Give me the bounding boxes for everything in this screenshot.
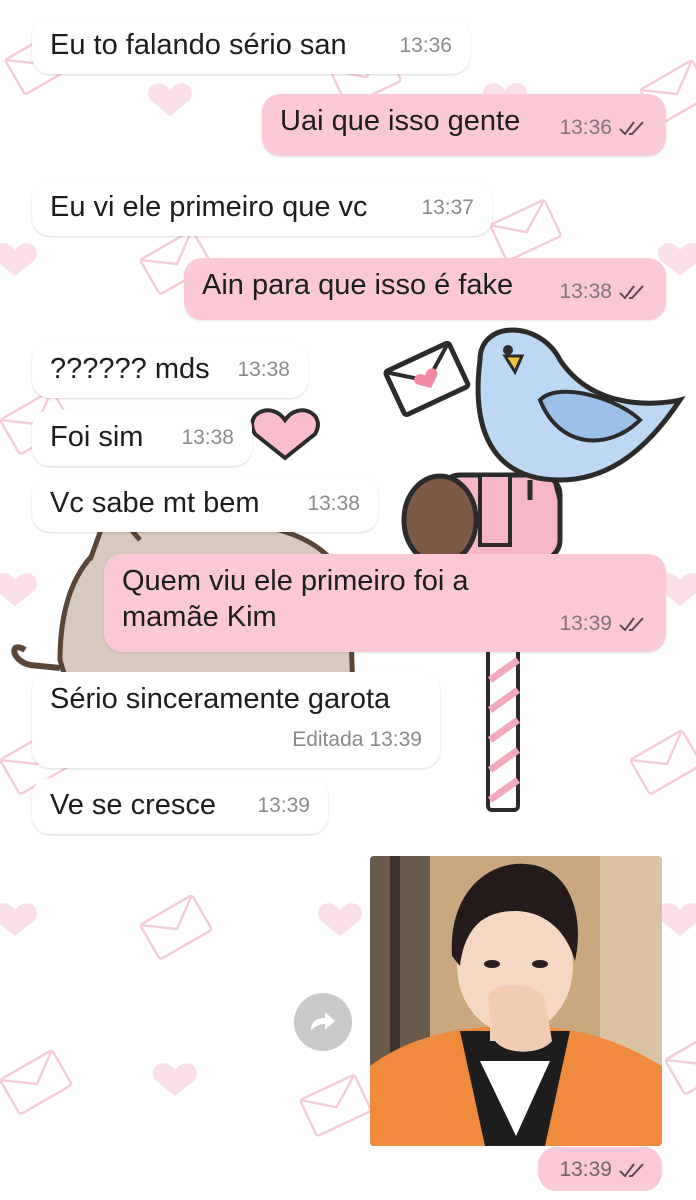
- message-bubble-incoming[interactable]: Vc sabe mt bem 13:38: [32, 476, 378, 532]
- double-check-icon: [619, 285, 644, 300]
- message-meta: 13:38: [559, 274, 648, 310]
- photo-message-meta: 13:39: [538, 1147, 662, 1191]
- message-meta: 13:39: [559, 1158, 648, 1182]
- message-bubble-incoming[interactable]: Ve se cresce 13:39: [32, 778, 328, 834]
- envelope-doodle: [299, 1074, 372, 1137]
- message-text: Quem viu ele primeiro foi a mamãe Kim: [122, 565, 469, 633]
- heart-doodle: [0, 903, 37, 936]
- bird-illustration: [383, 327, 686, 501]
- message-time: 13:37: [421, 196, 474, 219]
- envelope-doodle: [664, 1029, 696, 1095]
- message-meta: 13:36: [559, 110, 648, 146]
- message-bubble-incoming[interactable]: Eu vi ele primeiro que vc 13:37: [32, 180, 492, 236]
- message-time: 13:39: [257, 794, 310, 817]
- heart-doodle: [318, 903, 362, 936]
- message-meta: 13:38: [307, 486, 360, 522]
- message-text: Foi sim: [50, 421, 144, 453]
- message-text: ?????? mds: [50, 353, 210, 385]
- forward-icon: [311, 1012, 335, 1031]
- heart-illustration: [250, 408, 320, 461]
- message-time: 13:36: [399, 34, 452, 57]
- message-text: Vc sabe mt bem: [50, 487, 260, 519]
- heart-doodle: [0, 573, 37, 606]
- double-check-icon: [619, 1163, 644, 1178]
- envelope-doodle: [139, 894, 213, 960]
- heart-doodle: [658, 903, 696, 936]
- double-check-icon: [619, 617, 644, 632]
- message-meta: 13:38: [237, 352, 290, 388]
- edited-label: Editada: [292, 728, 364, 751]
- message-time: 13:39: [559, 612, 612, 635]
- message-bubble-outgoing[interactable]: Ain para que isso é fake 13:38: [184, 258, 666, 320]
- message-time: 13:38: [237, 358, 290, 381]
- message-bubble-incoming[interactable]: ?????? mds 13:38: [32, 342, 308, 398]
- message-text: Uai que isso gente: [280, 105, 521, 137]
- envelope-doodle: [489, 199, 562, 262]
- message-bubble-incoming[interactable]: Sério sinceramente garota Editada 13:39: [32, 672, 440, 768]
- photo-image: [370, 856, 662, 1146]
- message-bubble-outgoing[interactable]: Quem viu ele primeiro foi a mamãe Kim 13…: [104, 554, 666, 652]
- message-meta: 13:37: [421, 190, 474, 226]
- heart-doodle: [153, 1063, 197, 1096]
- message-text: Ve se cresce: [50, 789, 217, 821]
- message-text: Eu vi ele primeiro que vc: [50, 191, 368, 223]
- message-text: Ain para que isso é fake: [202, 269, 514, 301]
- message-meta: Editada 13:39: [292, 722, 422, 758]
- message-text: Eu to falando sério san: [50, 29, 347, 61]
- message-bubble-outgoing[interactable]: Uai que isso gente 13:36: [262, 94, 666, 156]
- message-time: 13:36: [559, 116, 612, 139]
- message-meta: 13:36: [399, 28, 452, 64]
- heart-doodle: [148, 83, 192, 116]
- message-time: 13:39: [369, 728, 422, 751]
- message-meta: 13:38: [181, 420, 234, 456]
- message-time: 13:38: [559, 280, 612, 303]
- message-text: Sério sinceramente garota: [50, 683, 391, 715]
- envelope-doodle: [629, 729, 696, 795]
- message-time: 13:39: [559, 1158, 612, 1181]
- envelope-doodle: [0, 1049, 73, 1115]
- photo-message[interactable]: [370, 856, 662, 1146]
- message-bubble-incoming[interactable]: Foi sim 13:38: [32, 410, 252, 466]
- message-time: 13:38: [181, 426, 234, 449]
- message-meta: 13:39: [257, 788, 310, 824]
- message-meta: 13:39: [559, 606, 648, 642]
- message-time: 13:38: [307, 492, 360, 515]
- heart-doodle: [0, 243, 37, 276]
- double-check-icon: [619, 121, 644, 136]
- forward-button[interactable]: [294, 993, 352, 1051]
- message-bubble-incoming[interactable]: Eu to falando sério san 13:36: [32, 18, 470, 74]
